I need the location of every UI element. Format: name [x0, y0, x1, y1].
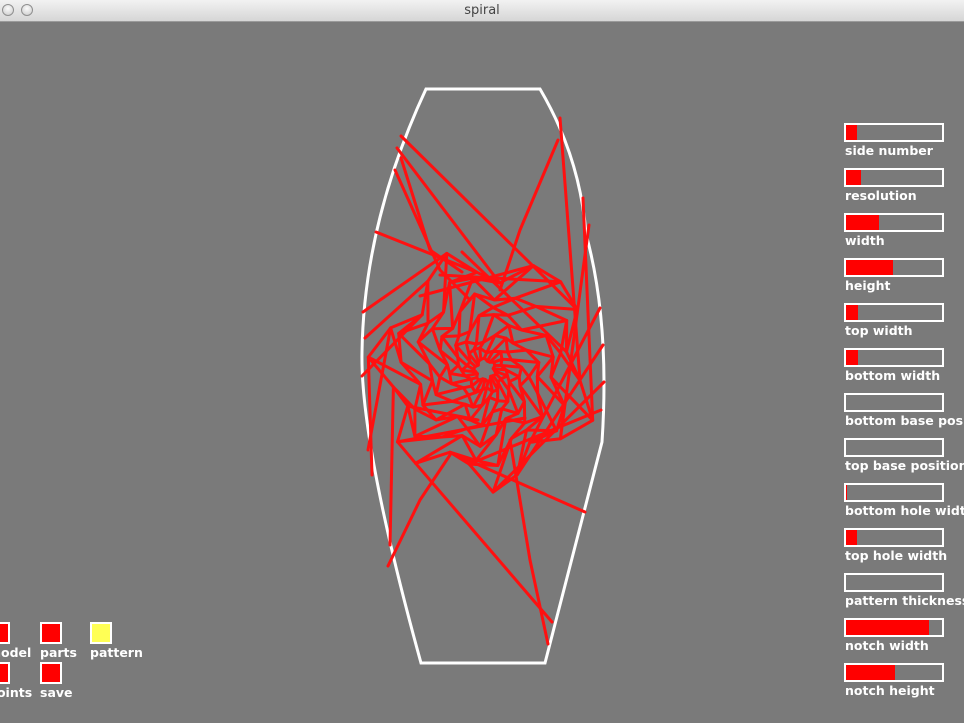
- top-hole-width-slider[interactable]: top hole width: [844, 528, 947, 563]
- slider-fill: [846, 350, 858, 365]
- slider-fill: [846, 215, 879, 230]
- slider-label: notch height: [845, 683, 935, 698]
- points-toggle[interactable]: points: [0, 662, 32, 700]
- slider-track[interactable]: [844, 528, 944, 547]
- slider-track[interactable]: [844, 483, 944, 502]
- slider-track[interactable]: [844, 258, 944, 277]
- save-toggle[interactable]: save: [40, 662, 73, 700]
- toggle-box[interactable]: [40, 622, 62, 644]
- width-slider[interactable]: width: [844, 213, 946, 248]
- slider-label: pattern thickness: [845, 593, 964, 608]
- slider-label: bottom base position: [845, 413, 964, 428]
- slider-track[interactable]: [844, 348, 944, 367]
- slider-label: side number: [845, 143, 933, 158]
- slider-fill: [846, 530, 857, 545]
- toggle-box[interactable]: [40, 662, 62, 684]
- notch-width-slider[interactable]: notch width: [844, 618, 946, 653]
- bottom-base-position-slider[interactable]: bottom base position: [844, 393, 964, 428]
- toggle-label: save: [40, 685, 73, 700]
- slider-fill: [846, 125, 857, 140]
- notch-height-slider[interactable]: notch height: [844, 663, 946, 698]
- parts-toggle[interactable]: parts: [40, 622, 77, 660]
- toggle-label: parts: [40, 645, 77, 660]
- resolution-slider[interactable]: resolution: [844, 168, 946, 203]
- slider-track[interactable]: [844, 303, 944, 322]
- pattern-canvas[interactable]: [0, 22, 964, 723]
- height-slider[interactable]: height: [844, 258, 946, 293]
- slider-fill: [846, 170, 862, 185]
- web-strand: [508, 438, 550, 646]
- slider-label: top base position: [845, 458, 964, 473]
- toggle-box[interactable]: [0, 662, 10, 684]
- slider-label: height: [845, 278, 891, 293]
- side-number-slider[interactable]: side number: [844, 123, 946, 158]
- slider-label: bottom hole width: [845, 503, 964, 518]
- top-base-position-slider[interactable]: top base position: [844, 438, 964, 473]
- slider-track[interactable]: [844, 123, 944, 142]
- toggle-label: pattern: [90, 645, 143, 660]
- top-width-slider[interactable]: top width: [844, 303, 946, 338]
- slider-track[interactable]: [844, 438, 944, 457]
- slider-track[interactable]: [844, 393, 944, 412]
- slider-track[interactable]: [844, 573, 944, 592]
- slider-track[interactable]: [844, 663, 944, 682]
- toggle-label: points: [0, 685, 33, 700]
- slider-label: width: [845, 233, 885, 248]
- slider-label: bottom width: [845, 368, 941, 383]
- slider-label: resolution: [845, 188, 917, 203]
- model-toggle[interactable]: model: [0, 622, 31, 660]
- slider-track[interactable]: [844, 618, 944, 637]
- title-bar: spiral: [0, 0, 964, 22]
- slider-track[interactable]: [844, 213, 944, 232]
- web-strand: [386, 453, 452, 568]
- toggle-label: model: [0, 645, 32, 660]
- slider-fill: [846, 260, 894, 275]
- slider-label: top hole width: [845, 548, 948, 563]
- window-title: spiral: [464, 3, 500, 18]
- slider-fill: [846, 620, 929, 635]
- slider-track[interactable]: [844, 168, 944, 187]
- bottom-hole-width-slider[interactable]: bottom hole width: [844, 483, 964, 518]
- spider-web-pattern: [360, 116, 606, 646]
- slider-fill: [846, 305, 858, 320]
- slider-label: notch width: [845, 638, 929, 653]
- slider-fill: [846, 485, 847, 500]
- pattern-toggle[interactable]: pattern: [90, 622, 143, 660]
- slider-fill: [846, 665, 895, 680]
- slider-label: top width: [845, 323, 913, 338]
- toggle-box[interactable]: [0, 622, 10, 644]
- pattern-thickness-slider[interactable]: pattern thickness: [844, 573, 964, 608]
- toggle-box[interactable]: [90, 622, 112, 644]
- bottom-width-slider[interactable]: bottom width: [844, 348, 946, 383]
